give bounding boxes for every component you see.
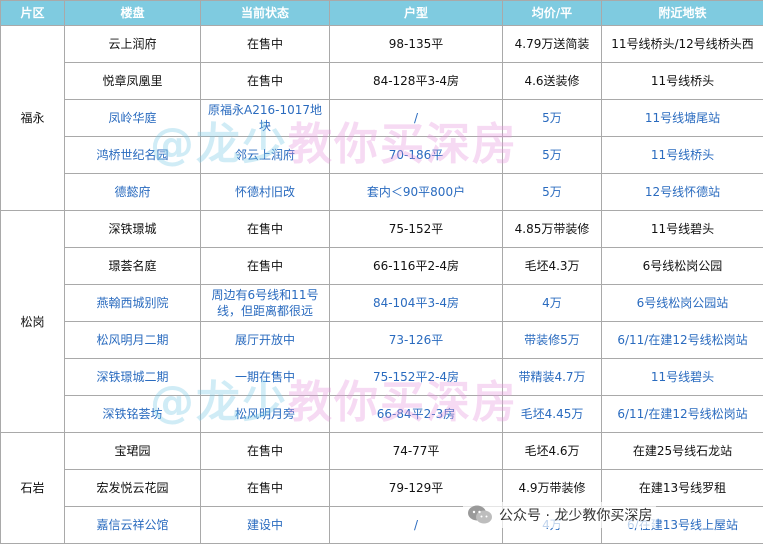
status-cell: 在售中 (200, 247, 330, 285)
metro-cell: 6/11/在建12号线松岗站 (601, 321, 763, 359)
price-cell: 5万 (502, 173, 602, 211)
table-row: 石岩 宝珺园 在售中 74-77平 毛坯4.6万 在建25号线石龙站 (0, 432, 763, 544)
layout-cell: 73-126平 (329, 321, 503, 359)
project-cell: 凤岭华庭 (64, 99, 201, 137)
table-row: 德懿府 怀德村旧改 套内＜90平800户 5万 12号线怀德站 (1, 173, 763, 211)
metro-cell: 在建13号线罗租 (601, 469, 763, 507)
price-cell: 毛坯4.3万 (502, 247, 602, 285)
metro-cell: 11号线碧头 (601, 210, 763, 248)
table-row: 悦章凤凰里 在售中 84-128平3-4房 4.6送装修 11号线桥头 (1, 62, 763, 100)
layout-cell: 98-135平 (329, 25, 503, 63)
status-cell: 展厅开放中 (200, 321, 330, 359)
table-row: 松风明月二期 展厅开放中 73-126平 带装修5万 6/11/在建12号线松岗… (1, 321, 763, 359)
price-cell: 4.79万送简装 (502, 25, 602, 63)
table-row: 松岗 深铁璟城 在售中 75-152平 4.85万带装修 11号线碧头 (0, 210, 763, 433)
layout-cell: 75-152平2-4房 (329, 358, 503, 396)
price-cell: 5万 (502, 136, 602, 174)
status-cell: 松风明月旁 (200, 395, 330, 433)
table-row: 福永 云上润府 在售中 98-135平 4.79万送简装 11号线桥头/12号线… (0, 25, 763, 211)
header-district: 片区 (0, 0, 65, 26)
price-cell: 4.85万带装修 (502, 210, 602, 248)
layout-cell: 66-84平2-3房 (329, 395, 503, 433)
district-cell: 石岩 (0, 432, 65, 544)
price-cell: 5万 (502, 99, 602, 137)
project-cell: 鸿桥世纪名园 (64, 136, 201, 174)
price-cell: 毛坯4.6万 (502, 432, 602, 470)
status-cell: 原福永A216-1017地块 (200, 99, 330, 137)
wechat-account-badge: 公众号 · 龙少教你买深房 (463, 502, 657, 528)
project-cell: 悦章凤凰里 (64, 62, 201, 100)
district-cell: 松岗 (0, 210, 65, 433)
price-cell: 4.9万带装修 (502, 469, 602, 507)
project-cell: 云上润府 (64, 25, 201, 63)
metro-cell: 11号线桥头 (601, 136, 763, 174)
table-row: 璟荟名庭 在售中 66-116平2-4房 毛坯4.3万 6号线松岗公园 (1, 247, 763, 285)
table-row: 鸿桥世纪名园 邻云上润府 70-186平 5万 11号线桥头 (1, 136, 763, 174)
table-row: 凤岭华庭 原福永A216-1017地块 / 5万 11号线塘尾站 (1, 99, 763, 137)
price-cell: 带装修5万 (502, 321, 602, 359)
layout-cell: 74-77平 (329, 432, 503, 470)
layout-cell: 套内＜90平800户 (329, 173, 503, 211)
project-cell: 嘉信云祥公馆 (64, 506, 201, 544)
project-cell: 深铁璟城二期 (64, 358, 201, 396)
project-cell: 宏发悦云花园 (64, 469, 201, 507)
layout-cell: / (329, 99, 503, 137)
header-metro: 附近地铁 (601, 0, 763, 26)
layout-cell: 84-104平3-4房 (329, 284, 503, 322)
status-cell: 邻云上润府 (200, 136, 330, 174)
price-cell: 毛坯4.45万 (502, 395, 602, 433)
metro-cell: 6号线松岗公园站 (601, 284, 763, 322)
metro-cell: 在建25号线石龙站 (601, 432, 763, 470)
status-cell: 在售中 (200, 62, 330, 100)
status-cell: 怀德村旧改 (200, 173, 330, 211)
metro-cell: 6/11/在建12号线松岗站 (601, 395, 763, 433)
layout-cell: 66-116平2-4房 (329, 247, 503, 285)
table-header-row: 片区 楼盘 当前状态 户型 均价/平 附近地铁 (0, 0, 763, 26)
metro-cell: 11号线桥头 (601, 62, 763, 100)
layout-cell: 84-128平3-4房 (329, 62, 503, 100)
price-cell: 带精装4.7万 (502, 358, 602, 396)
wechat-official-account-icon (468, 505, 492, 524)
price-cell: 4.6送装修 (502, 62, 602, 100)
project-cell: 璟荟名庭 (64, 247, 201, 285)
status-cell: 周边有6号线和11号线，但距离都很远 (200, 284, 330, 322)
wechat-account-label: 公众号 · 龙少教你买深房 (499, 508, 653, 524)
property-table: 片区 楼盘 当前状态 户型 均价/平 附近地铁 福永 云上润府 在售中 98-1… (0, 0, 763, 544)
price-cell: 4万 (502, 284, 602, 322)
table-row: 宏发悦云花园 在售中 79-129平 4.9万带装修 在建13号线罗租 (1, 469, 763, 507)
project-cell: 深铁铭荟坊 (64, 395, 201, 433)
status-cell: 一期在售中 (200, 358, 330, 396)
table-row: 燕翰西城别院 周边有6号线和11号线，但距离都很远 84-104平3-4房 4万… (1, 284, 763, 322)
project-cell: 燕翰西城别院 (64, 284, 201, 322)
status-cell: 在售中 (200, 469, 330, 507)
table-row: 深铁璟城二期 一期在售中 75-152平2-4房 带精装4.7万 11号线碧头 (1, 358, 763, 396)
header-avg-price: 均价/平 (502, 0, 602, 26)
project-cell: 深铁璟城 (64, 210, 201, 248)
metro-cell: 12号线怀德站 (601, 173, 763, 211)
district-cell: 福永 (0, 25, 65, 211)
metro-cell: 11号线桥头/12号线桥头西 (601, 25, 763, 63)
status-cell: 在售中 (200, 25, 330, 63)
status-cell: 建设中 (200, 506, 330, 544)
project-cell: 德懿府 (64, 173, 201, 211)
status-cell: 在售中 (200, 432, 330, 470)
header-layout: 户型 (329, 0, 503, 26)
project-cell: 宝珺园 (64, 432, 201, 470)
metro-cell: 11号线塘尾站 (601, 99, 763, 137)
layout-cell: 79-129平 (329, 469, 503, 507)
header-project: 楼盘 (64, 0, 201, 26)
header-status: 当前状态 (200, 0, 330, 26)
metro-cell: 11号线碧头 (601, 358, 763, 396)
layout-cell: 70-186平 (329, 136, 503, 174)
metro-cell: 6号线松岗公园 (601, 247, 763, 285)
table-row: 深铁铭荟坊 松风明月旁 66-84平2-3房 毛坯4.45万 6/11/在建12… (1, 395, 763, 433)
layout-cell: 75-152平 (329, 210, 503, 248)
project-cell: 松风明月二期 (64, 321, 201, 359)
status-cell: 在售中 (200, 210, 330, 248)
